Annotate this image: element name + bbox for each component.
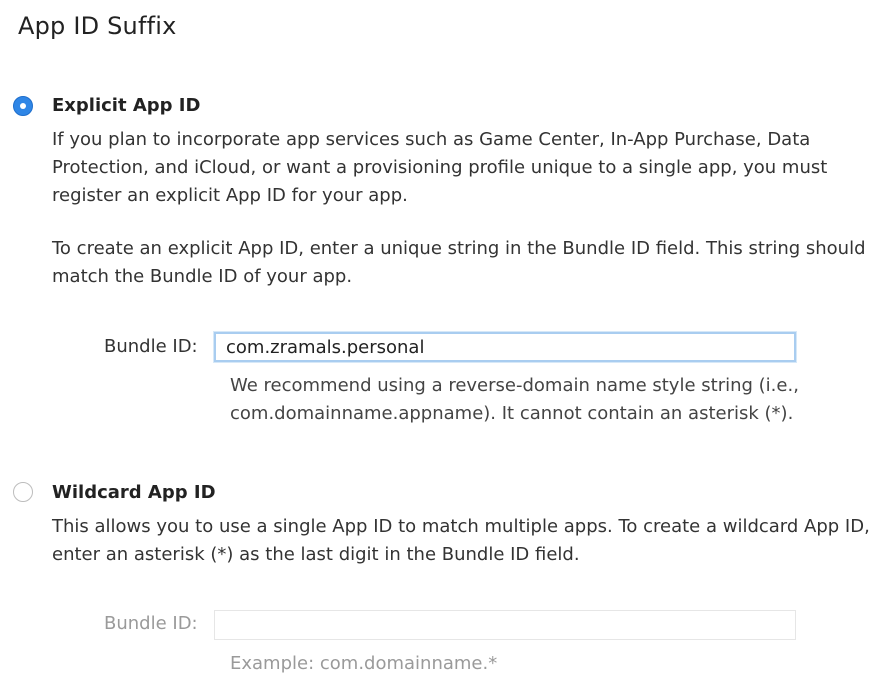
section-title: App ID Suffix [18, 12, 177, 40]
wildcard-bundle-id-label: Bundle ID: [104, 613, 198, 634]
explicit-app-id-label[interactable]: Explicit App ID [52, 95, 200, 116]
explicit-app-id-description: If you plan to incorporate app services … [52, 129, 828, 206]
explicit-bundle-id-hint: We recommend using a reverse-domain name… [230, 375, 799, 424]
explicit-bundle-id-input[interactable] [214, 332, 796, 362]
explicit-app-id-instructions: To create an explicit App ID, enter a un… [52, 238, 866, 287]
wildcard-app-id-radio[interactable] [13, 482, 33, 502]
wildcard-app-id-description: This allows you to use a single App ID t… [52, 516, 870, 565]
explicit-app-id-radio[interactable] [13, 96, 33, 116]
wildcard-bundle-id-hint: Example: com.domainname.* [230, 653, 498, 674]
wildcard-app-id-label[interactable]: Wildcard App ID [52, 482, 216, 503]
explicit-bundle-id-label: Bundle ID: [104, 336, 198, 357]
wildcard-bundle-id-input[interactable] [214, 610, 796, 640]
